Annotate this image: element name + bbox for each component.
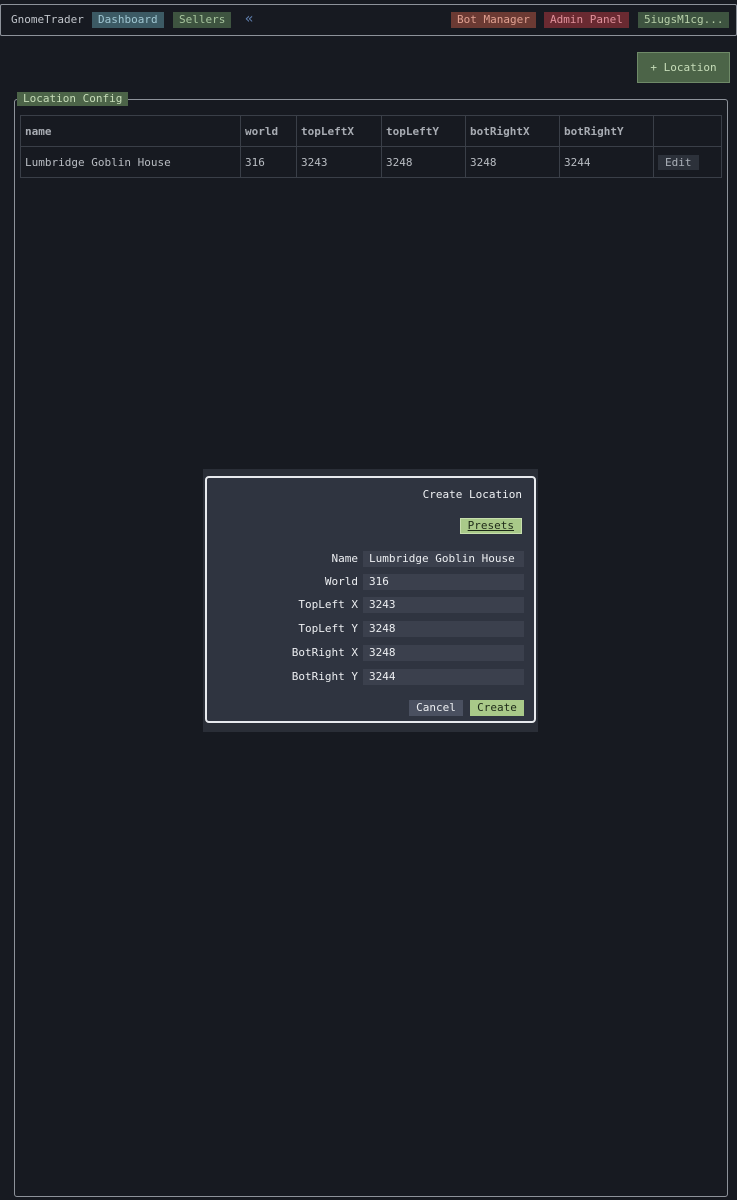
- topleft-x-input[interactable]: [363, 597, 524, 613]
- column-header-toplefty[interactable]: topLeftY: [381, 115, 466, 147]
- table-row: Lumbridge Goblin House 316 3243 3248 324…: [20, 146, 722, 178]
- botright-y-input[interactable]: [363, 669, 524, 685]
- nav-sellers-button[interactable]: Sellers: [173, 12, 232, 28]
- add-location-button[interactable]: + Location: [637, 52, 730, 83]
- botright-x-label: BotRight X: [291, 646, 358, 659]
- botright-x-input[interactable]: [363, 645, 524, 661]
- column-header-name[interactable]: name: [20, 115, 241, 147]
- botright-y-label: BotRight Y: [291, 670, 358, 683]
- create-location-modal: Create Location Presets Name World TopLe…: [205, 476, 536, 723]
- cell-world: 316: [240, 146, 297, 178]
- create-button[interactable]: Create: [470, 700, 524, 716]
- column-header-topleftx[interactable]: topLeftX: [296, 115, 382, 147]
- cell-actions: Edit: [653, 146, 722, 178]
- form-row-name: Name: [207, 551, 538, 568]
- form-row-botright-y: BotRight Y: [207, 669, 538, 686]
- column-header-actions: [653, 115, 722, 147]
- cell-botrightx: 3248: [465, 146, 560, 178]
- column-header-botrighty[interactable]: botRightY: [559, 115, 654, 147]
- topleft-x-label: TopLeft X: [298, 598, 358, 611]
- table-header-row: name world topLeftX topLeftY botRightX b…: [20, 115, 722, 147]
- modal-title: Create Location: [422, 488, 522, 501]
- cell-topleftx: 3243: [296, 146, 382, 178]
- name-input[interactable]: [363, 551, 524, 567]
- top-navbar: GnomeTrader Dashboard Sellers « Bot Mana…: [0, 4, 737, 36]
- cell-name: Lumbridge Goblin House: [20, 146, 241, 178]
- user-account-button[interactable]: 5iugsM1cg...: [638, 12, 730, 28]
- cancel-button[interactable]: Cancel: [409, 700, 463, 716]
- column-header-botrightx[interactable]: botRightX: [465, 115, 560, 147]
- topleft-y-input[interactable]: [363, 621, 524, 637]
- form-row-topleft-x: TopLeft X: [207, 597, 538, 614]
- form-row-botright-x: BotRight X: [207, 645, 538, 662]
- edit-button[interactable]: Edit: [658, 154, 699, 170]
- cell-toplefty: 3248: [381, 146, 466, 178]
- panel-legend: Location Config: [17, 92, 129, 106]
- form-row-world: World: [207, 574, 538, 591]
- nav-bot-manager-button[interactable]: Bot Manager: [451, 12, 536, 28]
- locations-table: name world topLeftX topLeftY botRightX b…: [20, 115, 722, 178]
- name-label: Name: [331, 552, 359, 565]
- nav-dashboard-button[interactable]: Dashboard: [92, 12, 164, 28]
- presets-button[interactable]: Presets: [459, 518, 522, 534]
- world-input[interactable]: [363, 574, 524, 590]
- form-row-topleft-y: TopLeft Y: [207, 621, 538, 638]
- column-header-world[interactable]: world: [240, 115, 297, 147]
- cell-botrighty: 3244: [559, 146, 654, 178]
- nav-admin-panel-button[interactable]: Admin Panel: [544, 12, 629, 28]
- topleft-y-label: TopLeft Y: [298, 622, 358, 635]
- world-label: World: [324, 575, 358, 588]
- app-brand[interactable]: GnomeTrader: [11, 13, 84, 26]
- collapse-chevron-icon[interactable]: «: [245, 11, 253, 27]
